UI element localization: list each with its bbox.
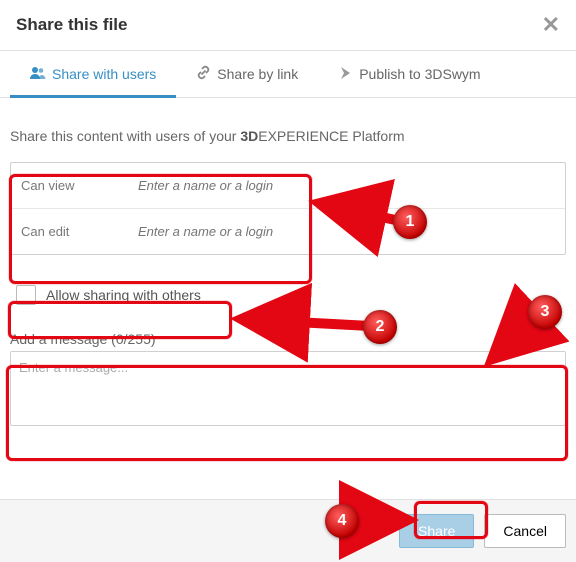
cancel-button[interactable]: Cancel (484, 514, 566, 548)
dialog-body: Share this content with users of your 3D… (0, 98, 576, 255)
tab-publish-3dswym[interactable]: Publish to 3DSwym (318, 51, 500, 97)
tab-bar: Share with users Share by link Publish t… (0, 50, 576, 98)
can-edit-label: Can edit (21, 224, 136, 239)
can-view-label: Can view (21, 178, 136, 193)
message-label: Add a message (0/255) (10, 331, 566, 347)
dialog-footer: Share Cancel (0, 499, 576, 562)
permissions-box: Can view Can edit (10, 162, 566, 255)
allow-sharing-label: Allow sharing with others (46, 287, 201, 303)
message-textarea[interactable] (10, 351, 566, 426)
publish-icon (338, 66, 353, 83)
tab-share-by-link[interactable]: Share by link (176, 51, 318, 97)
tab-share-with-users[interactable]: Share with users (10, 51, 176, 97)
tab-label: Share by link (217, 66, 298, 82)
tab-label: Publish to 3DSwym (359, 66, 480, 82)
allow-sharing-checkbox[interactable] (16, 285, 36, 305)
link-icon (196, 65, 211, 83)
can-edit-input[interactable] (136, 223, 555, 240)
users-icon (30, 66, 46, 83)
message-section: Add a message (0/255) (0, 315, 576, 431)
tab-label: Share with users (52, 66, 156, 82)
close-icon[interactable]: ✕ (542, 12, 560, 38)
dialog-title: Share this file (16, 15, 127, 35)
dialog-header: Share this file ✕ (0, 0, 576, 50)
allow-sharing-row: Allow sharing with others (0, 275, 576, 315)
can-view-row: Can view (11, 163, 565, 209)
can-view-input[interactable] (136, 177, 555, 194)
share-button[interactable]: Share (399, 514, 474, 548)
can-edit-row: Can edit (11, 209, 565, 254)
share-subtitle: Share this content with users of your 3D… (10, 128, 566, 144)
